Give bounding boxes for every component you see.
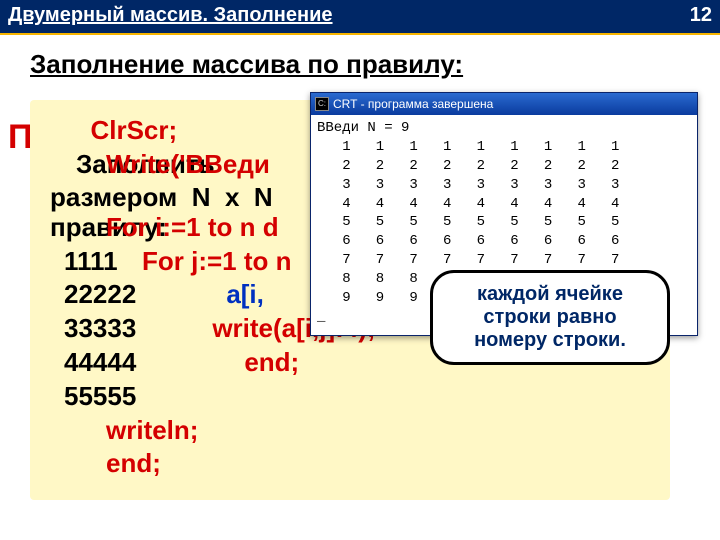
- code-end2: end;: [50, 447, 650, 481]
- callout-line: каждой ячейке: [441, 283, 659, 306]
- slide: Двумерный массив. Заполнение 12 Заполнен…: [0, 0, 720, 540]
- code-for-i: For i:=1 to n d: [50, 212, 279, 242]
- slide-title: Двумерный массив. Заполнение: [8, 4, 333, 27]
- section-heading: Заполнение массива по правилу:: [0, 35, 720, 88]
- code-clr: ClrScr;: [90, 115, 177, 145]
- code-assign: a[i,: [136, 279, 264, 309]
- crt-title-text: CRT - программа завершена: [333, 97, 493, 111]
- crt-titlebar: CRT - программа завершена: [311, 93, 697, 115]
- console-icon: [315, 97, 329, 111]
- title-bar: Двумерный массив. Заполнение 12: [0, 0, 720, 35]
- callout-line: номеру строки.: [441, 329, 659, 352]
- code-write: Write('BBеди: [50, 149, 270, 179]
- callout-line: строки равно: [441, 306, 659, 329]
- code-for-j: For j:=1 to n: [50, 246, 292, 276]
- code-writeln: writeln;: [50, 414, 650, 448]
- callout-bubble: каждой ячейке строки равно номеру строки…: [430, 270, 670, 365]
- drop-cap: П: [8, 118, 32, 157]
- page-number: 12: [690, 4, 712, 27]
- code-end: end;: [136, 347, 299, 377]
- task-line: 55555: [50, 380, 650, 414]
